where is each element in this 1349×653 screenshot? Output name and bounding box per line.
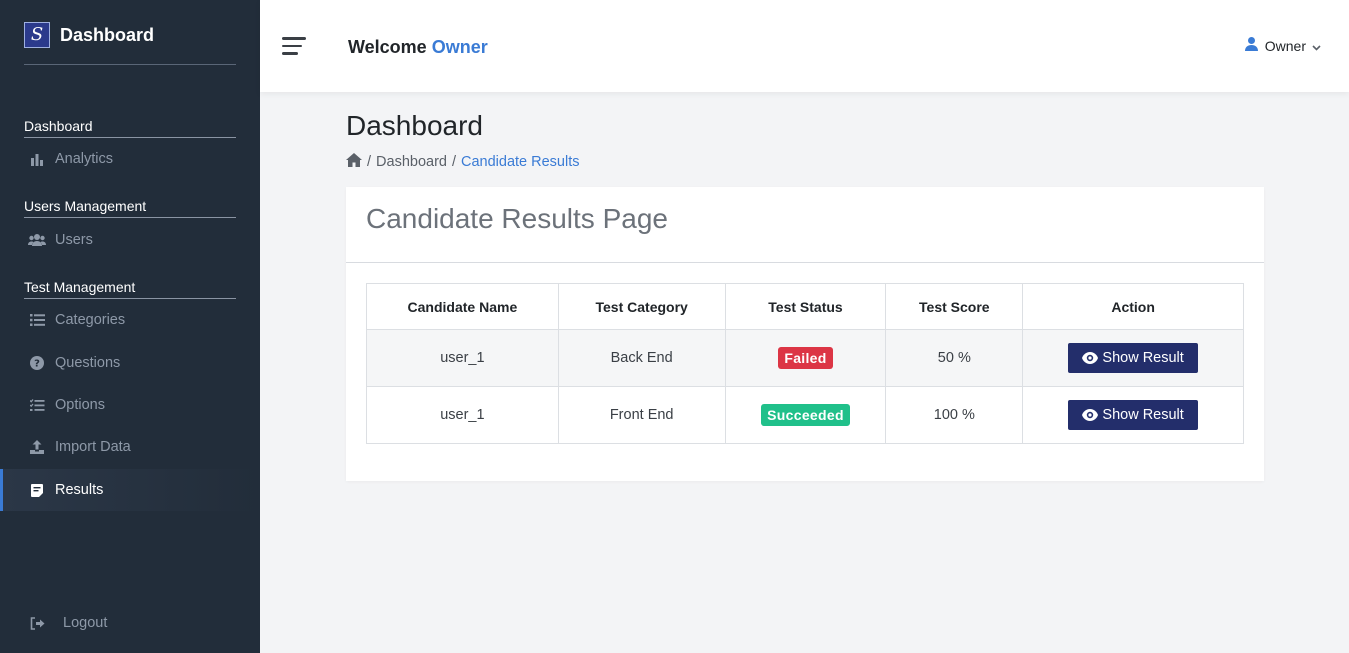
users-icon	[28, 232, 46, 248]
topbar: Welcome Owner Owner	[260, 0, 1349, 92]
cell-test-status: Failed	[724, 329, 887, 387]
column-header: Test Category	[557, 283, 726, 330]
logout-icon	[28, 615, 46, 631]
column-header: Action	[1022, 283, 1244, 330]
sidebar-item-questions[interactable]: ? Questions	[0, 342, 260, 384]
breadcrumb-current: Candidate Results	[461, 154, 580, 170]
table-row: user_1 Back End Failed 50 % Show Result	[366, 329, 1244, 387]
brand[interactable]: S Dashboard	[24, 22, 154, 48]
chevron-down-icon	[1312, 38, 1321, 54]
column-header: Candidate Name	[366, 283, 559, 330]
user-name: Owner	[1264, 37, 1306, 54]
checklist-icon	[28, 397, 46, 413]
cell-test-category: Front End	[557, 386, 726, 444]
bar-chart-icon	[28, 151, 46, 167]
sidebar-item-label: Options	[55, 397, 105, 413]
show-result-button[interactable]: Show Result	[1068, 343, 1198, 373]
table-header-row: Candidate Name Test Category Test Status…	[366, 283, 1244, 330]
list-icon	[28, 312, 46, 328]
status-badge: Failed	[778, 347, 833, 369]
brand-logo: S	[24, 22, 50, 48]
status-badge: Succeeded	[761, 404, 850, 426]
show-result-label: Show Result	[1102, 407, 1184, 423]
breadcrumb: / Dashboard / Candidate Results	[346, 153, 580, 171]
cell-candidate-name: user_1	[366, 386, 559, 444]
page-title: Dashboard	[346, 110, 483, 141]
cell-test-score: 100 %	[885, 386, 1024, 444]
brand-title: Dashboard	[60, 24, 155, 45]
eye-icon	[1082, 409, 1099, 421]
sidebar-item-users[interactable]: Users	[0, 219, 260, 261]
document-icon	[28, 482, 46, 498]
sidebar: S Dashboard Dashboard Analytics Users Ma…	[0, 0, 260, 653]
sidebar-item-label: Analytics	[55, 151, 114, 167]
show-result-label: Show Result	[1102, 350, 1184, 366]
results-card: Candidate Results Page Candidate Name Te…	[346, 187, 1264, 481]
card-header: Candidate Results Page	[346, 187, 1264, 263]
user-icon	[1244, 37, 1258, 54]
sidebar-item-results[interactable]: Results	[0, 469, 260, 511]
logout-label: Logout	[63, 615, 108, 631]
hamburger-menu-icon[interactable]	[282, 37, 306, 55]
svg-text:?: ?	[34, 359, 40, 370]
sidebar-item-label: Categories	[55, 312, 126, 328]
welcome-text: Welcome Owner	[348, 37, 488, 57]
eye-icon	[1082, 352, 1099, 364]
results-table: Candidate Name Test Category Test Status…	[366, 283, 1244, 444]
welcome-name: Owner	[431, 37, 488, 57]
cell-test-category: Back End	[557, 329, 726, 387]
divider	[24, 64, 236, 65]
breadcrumb-separator: /	[451, 154, 456, 170]
cell-action: Show Result	[1022, 386, 1244, 444]
card-title: Candidate Results Page	[366, 203, 668, 234]
section-heading-users-management: Users Management	[24, 198, 236, 218]
breadcrumb-dashboard[interactable]: Dashboard	[376, 154, 447, 170]
sidebar-item-label: Users	[55, 232, 93, 248]
cell-candidate-name: user_1	[366, 329, 559, 387]
sidebar-item-options[interactable]: Options	[0, 384, 260, 426]
cell-test-status: Succeeded	[724, 386, 887, 444]
section-heading-dashboard: Dashboard	[24, 118, 236, 138]
logout-button[interactable]: Logout	[0, 602, 260, 644]
upload-icon	[28, 439, 46, 455]
cell-action: Show Result	[1022, 329, 1244, 387]
section-heading-test-management: Test Management	[24, 279, 236, 299]
breadcrumb-separator: /	[367, 154, 372, 170]
question-circle-icon: ?	[28, 355, 46, 371]
cell-test-score: 50 %	[885, 329, 1024, 387]
sidebar-item-import-data[interactable]: Import Data	[0, 426, 260, 468]
column-header: Test Status	[724, 283, 887, 330]
table-row: user_1 Front End Succeeded 100 % Show Re…	[366, 386, 1244, 444]
sidebar-item-label: Questions	[55, 355, 121, 371]
show-result-button[interactable]: Show Result	[1068, 400, 1198, 430]
home-icon[interactable]	[346, 153, 362, 171]
sidebar-item-label: Import Data	[55, 439, 131, 455]
column-header: Test Score	[885, 283, 1024, 330]
sidebar-item-analytics[interactable]: Analytics	[0, 138, 260, 180]
sidebar-item-categories[interactable]: Categories	[0, 299, 260, 341]
sidebar-item-label: Results	[55, 482, 104, 498]
user-menu-dropdown[interactable]: Owner	[1244, 37, 1321, 54]
